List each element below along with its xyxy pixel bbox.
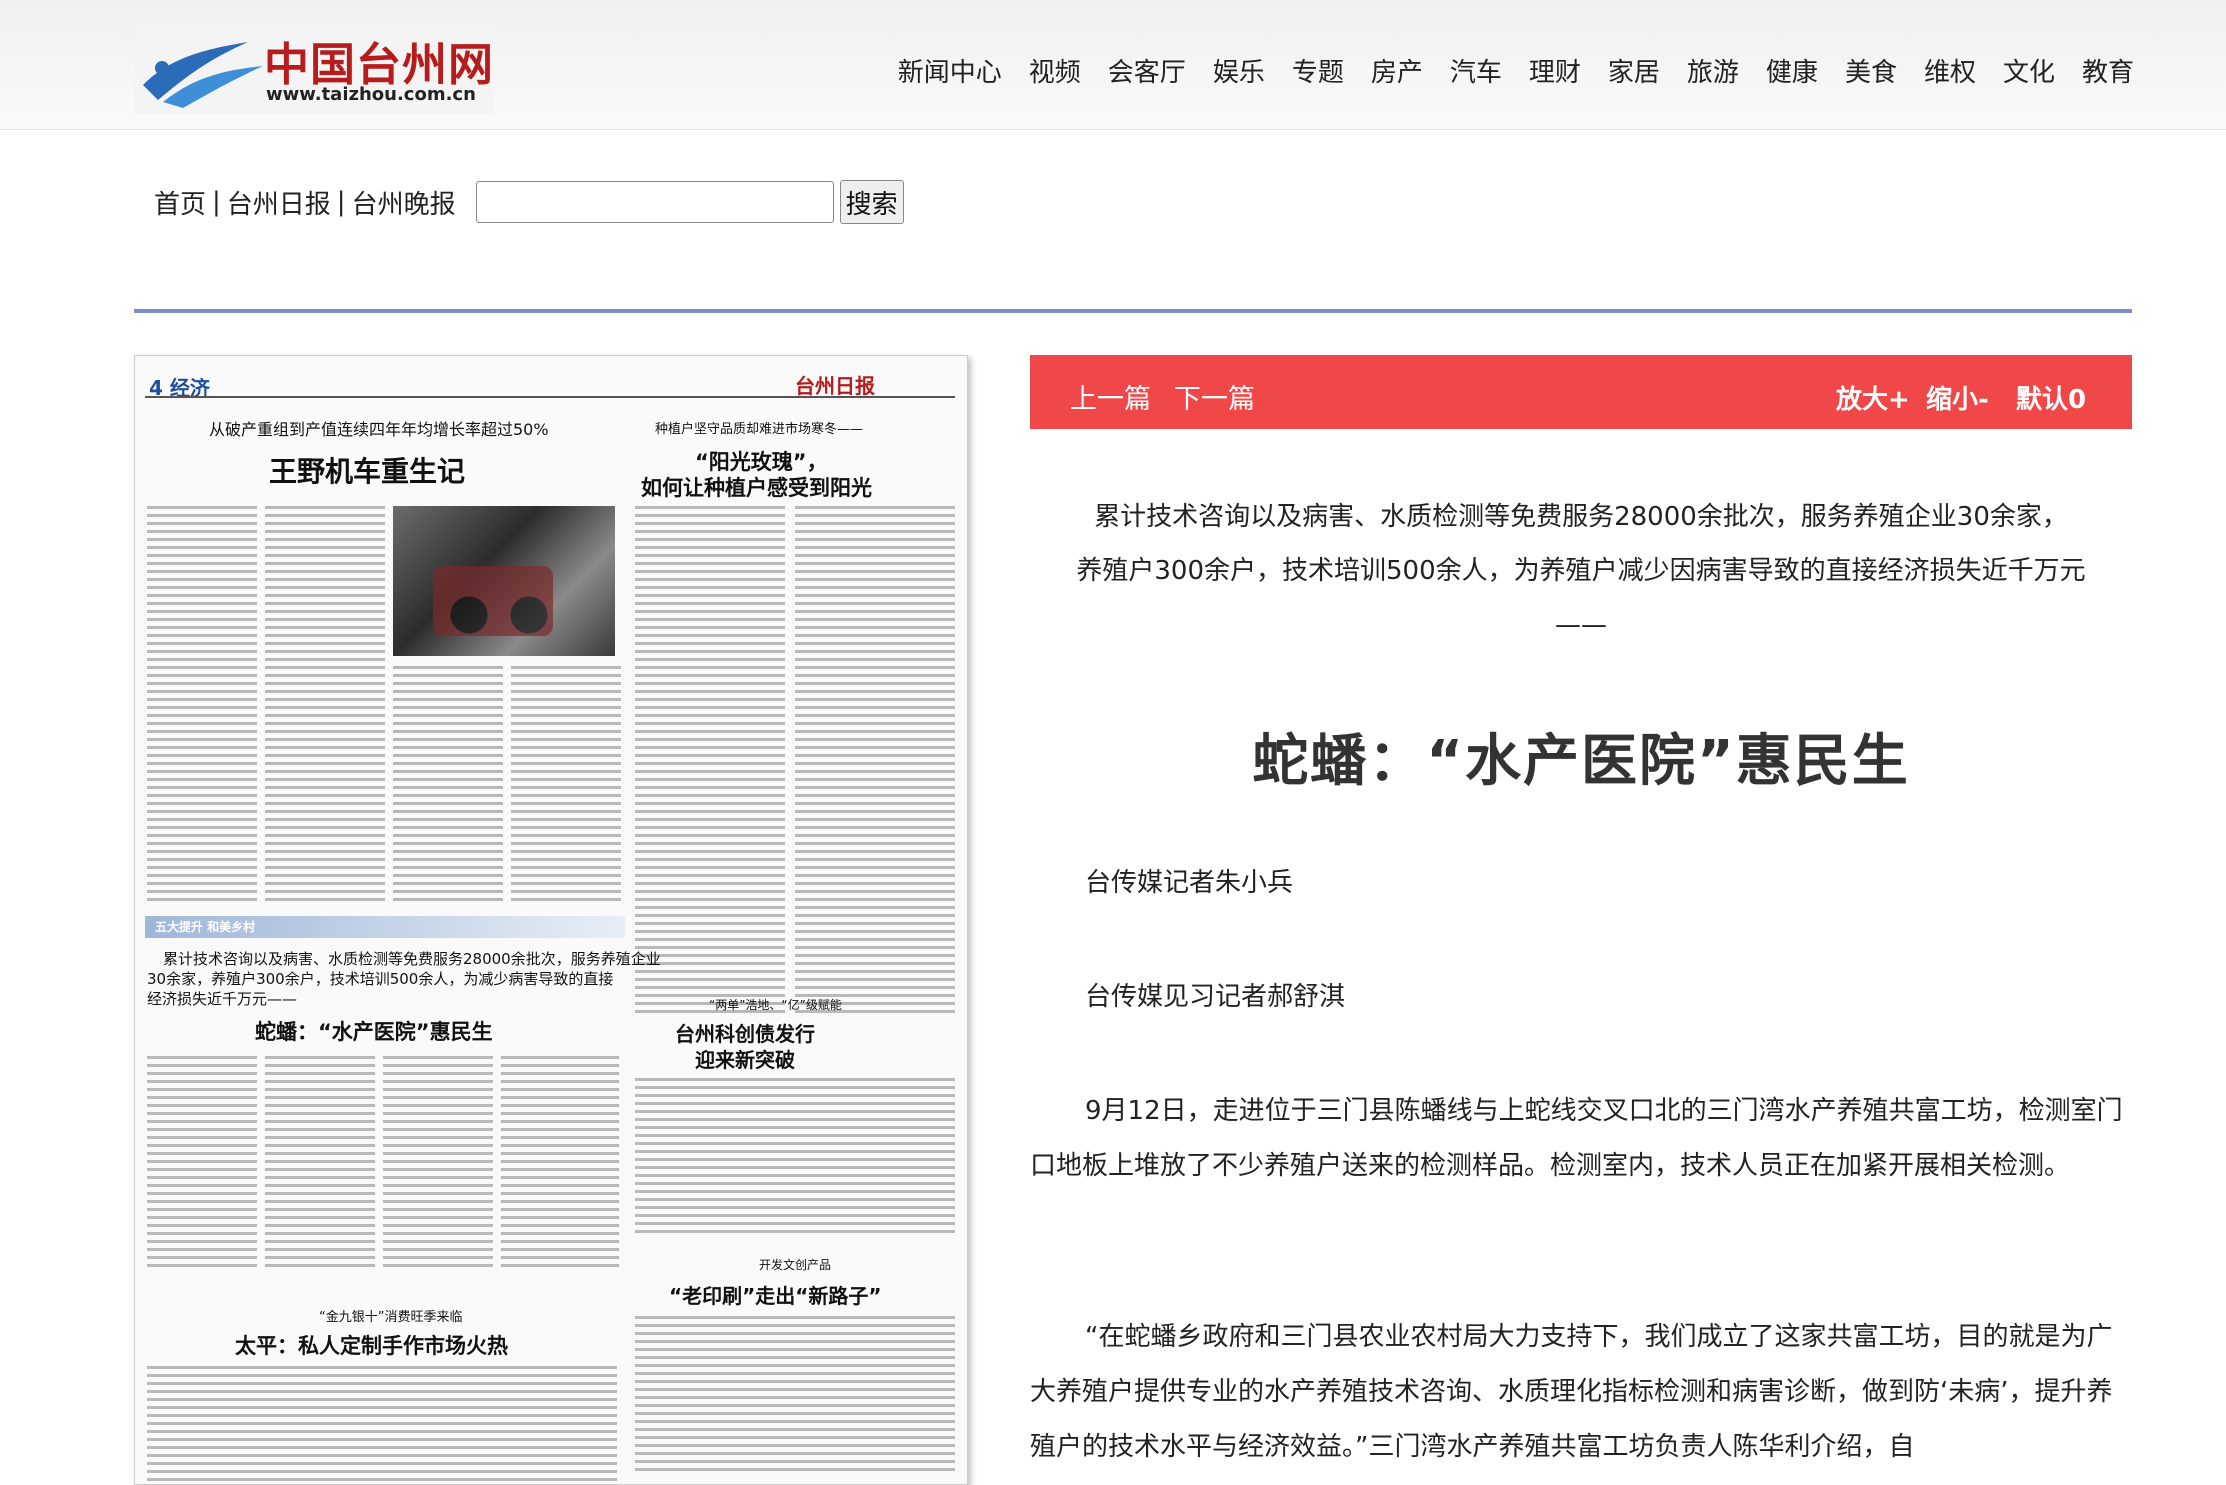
prev-article-link[interactable]: 上一篇 (1070, 377, 1151, 416)
motorcycle-photo (393, 506, 615, 656)
lead-small-2: 30余家，养殖户300余户，技术培训500余人，为减少病害导致的直接 (147, 970, 614, 988)
text-column (383, 1056, 493, 1272)
zoom-default-button[interactable]: 默认0 (2016, 379, 2086, 416)
zoom-out-button[interactable]: 缩小- (1926, 379, 1989, 416)
search-button[interactable]: 搜索 (839, 180, 904, 224)
headline3: 蛇蟠：“水产医院”惠民生 (255, 1020, 493, 1044)
section-banner: 五大提升 和美乡村 (145, 916, 625, 938)
headline4-sub: “两单”浩地、“亿”级赋能 (709, 998, 842, 1012)
nav-item-auto[interactable]: 汽车 (1450, 52, 1502, 89)
subnav-home[interactable]: 首页 (154, 184, 206, 221)
logo-url: www.taizhou.com.cn (266, 84, 476, 105)
nav-item-video[interactable]: 视频 (1029, 52, 1081, 89)
zoom-in-button[interactable]: 放大+ (1836, 379, 1910, 416)
logo-swoosh-icon (143, 42, 263, 108)
masthead: 台州日报 (795, 374, 875, 398)
subnav-taizhou-evening[interactable]: 台州晚报 (352, 184, 456, 221)
text-column (147, 506, 257, 906)
headline2b: 如何让种植户感受到阳光 (641, 476, 872, 500)
text-column (511, 666, 621, 906)
headline5: “老印刷”走出“新路子” (669, 1284, 882, 1308)
article-toolbar: 上一篇 下一篇 放大+ 缩小- 默认0 (1030, 355, 2132, 429)
text-column (265, 1056, 375, 1272)
nav-item-topics[interactable]: 专题 (1292, 52, 1344, 89)
text-column (795, 506, 955, 1018)
article-lead-line: 累计技术咨询以及病害、水质检测等免费服务28000余批次，服务养殖企业30余家， (1094, 502, 2068, 532)
nav-item-news[interactable]: 新闻中心 (898, 52, 1002, 89)
headline2-sub: 种植户坚守品质却难进市场寒冬—— (655, 422, 864, 437)
headline1: 王野机车重生记 (269, 455, 466, 488)
text-column (635, 1316, 955, 1476)
article-lead-line: —— (1555, 610, 1607, 640)
section-label: 五大提升 和美乡村 (155, 920, 256, 934)
headline4b: 迎来新突破 (695, 1048, 795, 1072)
nav-item-travel[interactable]: 旅游 (1687, 52, 1739, 89)
article-paragraph: “在蛇蟠乡政府和三门县农业农村局大力支持下，我们成立了这家共富工坊，目的就是为广… (1030, 1322, 2113, 1462)
article-paragraph: 9月12日，走进位于三门县陈蟠线与上蛇线交叉口北的三门湾水产养殖共富工坊，检测室… (1030, 1096, 2123, 1181)
site-logo[interactable]: 中国台州网 www.taizhou.com.cn (134, 22, 494, 114)
nav-item-food[interactable]: 美食 (1845, 52, 1897, 89)
subnav-separator: | (212, 187, 221, 217)
headline6-sub: “金九银十”消费旺季来临 (319, 1310, 463, 1325)
article-title: 蛇蟠：“水产医院”惠民生 (1252, 729, 1910, 794)
nav-item-home[interactable]: 家居 (1608, 52, 1660, 89)
main-nav: 新闻中心 视频 会客厅 娱乐 专题 房产 汽车 理财 家居 旅游 健康 美食 维… (871, 52, 2134, 89)
section-divider (134, 309, 2132, 313)
article-lead-line: 养殖户300余户，技术培训500余人，为养殖户减少因病害导致的直接经济损失近千万… (1076, 556, 2086, 586)
nav-item-education[interactable]: 教育 (2082, 52, 2134, 89)
next-article-link[interactable]: 下一篇 (1174, 377, 1255, 416)
nav-item-finance[interactable]: 理财 (1529, 52, 1581, 89)
text-column (501, 1056, 619, 1272)
nav-item-realestate[interactable]: 房产 (1371, 52, 1423, 89)
headline4: 台州科创债发行 (675, 1022, 815, 1046)
text-column (393, 666, 503, 906)
sub-nav: 首页 | 台州日报 | 台州晚报 搜索 (154, 180, 904, 224)
lead-small-3: 经济损失近千万元—— (147, 990, 298, 1008)
article-body: 累计技术咨询以及病害、水质检测等免费服务28000余批次，服务养殖企业30余家，… (1030, 490, 2132, 1462)
newspaper-page-image[interactable]: 4 经济 台州日报 从破产重组到产值连续四年年均增长率超过50% 王野机车重生记… (134, 355, 968, 1485)
nav-item-health[interactable]: 健康 (1766, 52, 1818, 89)
search-input[interactable] (475, 181, 834, 223)
nav-item-rights[interactable]: 维权 (1924, 52, 1976, 89)
text-column (635, 1078, 955, 1238)
article-byline: 台传媒见习记者郝舒淇 (1085, 982, 1346, 1012)
article-byline: 台传媒记者朱小兵 (1085, 868, 1294, 898)
nav-item-entertainment[interactable]: 娱乐 (1213, 52, 1265, 89)
text-column (265, 506, 385, 906)
text-column (147, 1366, 617, 1484)
site-header: 中国台州网 www.taizhou.com.cn 新闻中心 视频 会客厅 娱乐 … (0, 0, 2226, 130)
nav-item-lounge[interactable]: 会客厅 (1108, 52, 1186, 89)
subnav-separator: | (336, 187, 346, 217)
page-rule (145, 396, 955, 398)
subnav-taizhou-daily[interactable]: 台州日报 (227, 184, 331, 221)
lead-small: 累计技术咨询以及病害、水质检测等免费服务28000余批次，服务养殖企业 (163, 950, 661, 968)
text-column (147, 1056, 257, 1272)
headline6: 太平：私人定制手作市场火热 (235, 1334, 508, 1358)
headline5-sub: 开发文创产品 (759, 1258, 832, 1272)
nav-item-culture[interactable]: 文化 (2003, 52, 2055, 89)
headline1-sub: 从破产重组到产值连续四年年均增长率超过50% (209, 420, 549, 439)
text-column (635, 506, 785, 1018)
